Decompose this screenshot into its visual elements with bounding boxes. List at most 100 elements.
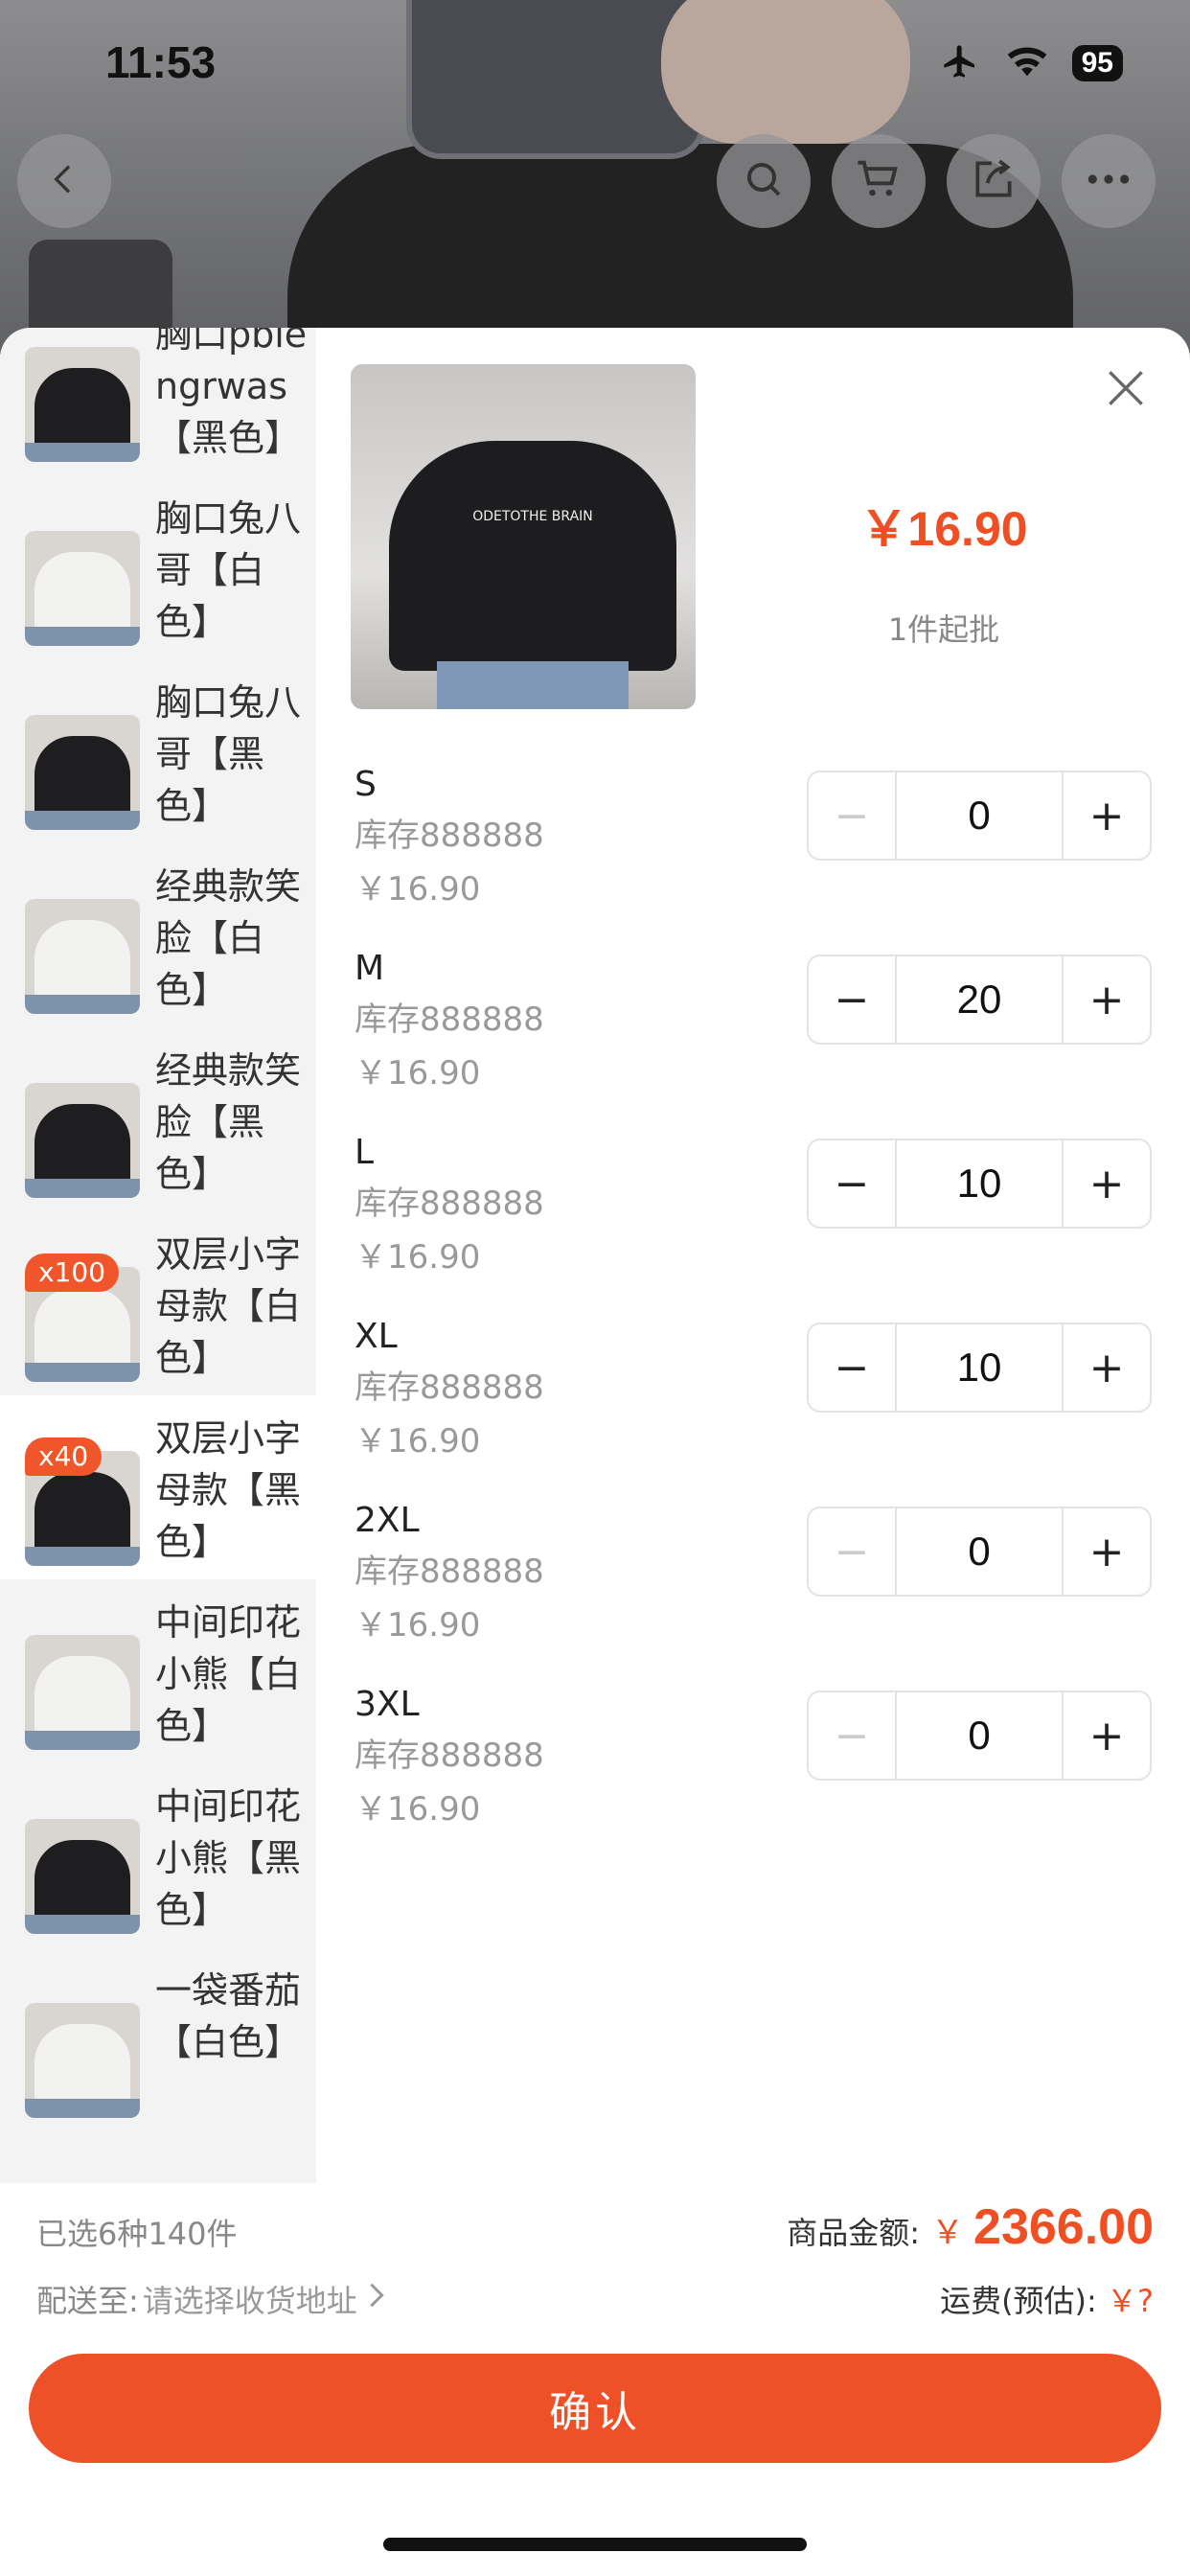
variant-thumbnail-pants: [25, 995, 140, 1014]
variant-item[interactable]: 胸口兔八哥【白色】: [0, 475, 316, 659]
increment-button[interactable]: +: [1064, 1692, 1150, 1779]
cart-button[interactable]: [832, 134, 926, 228]
size-name: 3XL: [355, 1685, 420, 1724]
product-image-jeans: [437, 661, 629, 709]
variant-label: 中间印花小熊【黑色】: [155, 1785, 302, 1931]
wifi-icon: [1005, 44, 1049, 82]
variant-item[interactable]: 双层小字母款【黑色】 x40: [0, 1395, 316, 1579]
quantity-stepper: −0 +: [807, 1690, 1152, 1781]
product-image-print: ODETOTHE BRAIN: [472, 509, 593, 524]
variant-item[interactable]: 双层小字母款【白色】 x100: [0, 1211, 316, 1395]
confirm-button[interactable]: 确认: [29, 2354, 1161, 2463]
amount-label: 商品金额:: [787, 2215, 921, 2251]
size-row: L 库存888888 ￥16.90 −10 +: [355, 1129, 1169, 1313]
search-button[interactable]: [717, 134, 811, 228]
variant-item[interactable]: 中间印花小熊【黑色】: [0, 1763, 316, 1947]
size-row: 3XL 库存888888 ￥16.90 −0 +: [355, 1681, 1169, 1865]
variant-thumbnail: [25, 1083, 140, 1198]
variant-thumbnail-pants: [25, 1731, 140, 1750]
quantity-input[interactable]: 0: [895, 1508, 1064, 1595]
status-bar: 11:53 95: [0, 0, 1190, 125]
variant-label: 中间印花小熊【白色】: [155, 1601, 302, 1747]
back-icon: [45, 160, 83, 202]
size-name: XL: [355, 1317, 398, 1356]
variant-thumbnail: [25, 531, 140, 646]
cart-icon: [854, 154, 904, 208]
size-price: ￥16.90: [355, 1054, 481, 1092]
decrement-button[interactable]: −: [809, 1140, 895, 1227]
variant-label: 双层小字母款【白色】: [155, 1233, 302, 1379]
size-stock: 库存888888: [355, 1552, 544, 1591]
variant-item[interactable]: 中间印花小熊【白色】: [0, 1579, 316, 1763]
quantity-input[interactable]: 10: [895, 1324, 1064, 1411]
variant-item[interactable]: 经典款笑脸【白色】: [0, 843, 316, 1027]
variant-thumbnail: [25, 1819, 140, 1934]
variant-item[interactable]: 一袋番茄【白色】: [0, 1947, 316, 2131]
increment-button[interactable]: +: [1064, 772, 1150, 859]
chevron-right-icon: [367, 2281, 386, 2317]
variant-label: 经典款笑脸【黑色】: [155, 1049, 302, 1195]
decrement-button[interactable]: −: [809, 956, 895, 1043]
top-nav: [0, 134, 1190, 230]
shipping-address-row[interactable]: 配送至: 请选择收货地址: [36, 2277, 386, 2321]
variant-thumbnail-pants: [25, 811, 140, 830]
order-footer: 已选6种140件 商品金额: ￥ 2366.00 配送至: 请选择收货地址 运费…: [0, 2183, 1190, 2576]
quantity-input[interactable]: 0: [895, 1692, 1064, 1779]
decrement-button[interactable]: −: [809, 1324, 895, 1411]
size-stock: 库存888888: [355, 1184, 544, 1223]
size-stock: 库存888888: [355, 816, 544, 855]
variant-thumbnail-pants: [25, 1915, 140, 1934]
variant-thumbnail-pants: [25, 443, 140, 462]
decrement-button[interactable]: −: [809, 1692, 895, 1779]
size-price: ￥16.90: [355, 1422, 481, 1460]
decrement-button[interactable]: −: [809, 1508, 895, 1595]
freight-label: 运费(预估):: [940, 2283, 1097, 2319]
size-name: M: [355, 949, 385, 988]
decrement-button[interactable]: −: [809, 772, 895, 859]
size-price: ￥16.90: [355, 870, 481, 908]
size-row: XL 库存888888 ￥16.90 −10 +: [355, 1313, 1169, 1497]
quantity-badge: x100: [25, 1254, 120, 1292]
amount-value: 2366.00: [973, 2199, 1154, 2255]
variant-item[interactable]: 经典款笑脸【黑色】: [0, 1027, 316, 1211]
status-time: 11:53: [105, 37, 217, 87]
freight-row: 运费(预估): ￥?: [940, 2277, 1154, 2321]
more-button[interactable]: [1062, 134, 1156, 228]
quantity-input[interactable]: 20: [895, 956, 1064, 1043]
quantity-input[interactable]: 0: [895, 772, 1064, 859]
increment-button[interactable]: +: [1064, 1324, 1150, 1411]
size-price: ￥16.90: [355, 1238, 481, 1276]
close-button[interactable]: [1102, 364, 1150, 412]
product-image[interactable]: ODETOTHE BRAIN: [351, 364, 696, 709]
home-indicator: [383, 2538, 807, 2551]
variant-thumbnail-pants: [25, 1547, 140, 1566]
variant-thumbnail-pants: [25, 627, 140, 646]
variant-label: 胸口兔八哥【黑色】: [155, 681, 302, 827]
airplane-icon: [938, 42, 982, 84]
size-row: M 库存888888 ￥16.90 −20 +: [355, 945, 1169, 1129]
variant-label: 双层小字母款【黑色】: [155, 1417, 302, 1563]
share-icon: [970, 155, 1018, 207]
increment-button[interactable]: +: [1064, 1140, 1150, 1227]
quantity-stepper: −10 +: [807, 1138, 1152, 1229]
variant-label: 胸口pblengrwas【黑色】: [155, 328, 308, 459]
quantity-stepper: −20 +: [807, 954, 1152, 1045]
more-icon: [1085, 170, 1133, 193]
quantity-stepper: −10 +: [807, 1322, 1152, 1413]
variant-thumbnail: [25, 1635, 140, 1750]
variant-item[interactable]: 胸口兔八哥【黑色】: [0, 659, 316, 843]
size-stock: 库存888888: [355, 1736, 544, 1775]
quantity-input[interactable]: 10: [895, 1140, 1064, 1227]
close-icon: [1102, 371, 1150, 416]
unit-price: ￥16.90: [859, 502, 1028, 556]
increment-button[interactable]: +: [1064, 1508, 1150, 1595]
variant-thumbnail: [25, 2003, 140, 2118]
min-order-note: 1件起批: [887, 611, 1000, 648]
back-button[interactable]: [17, 134, 111, 228]
share-button[interactable]: [947, 134, 1041, 228]
increment-button[interactable]: +: [1064, 956, 1150, 1043]
variant-item[interactable]: 胸口pblengrwas【黑色】: [0, 328, 316, 475]
size-price: ￥16.90: [355, 1606, 481, 1644]
battery-indicator: 95: [1071, 45, 1123, 81]
variant-list[interactable]: 胸口pblengrwas【黑色】 胸口兔八哥【白色】 胸口兔八哥【黑色】 经典款笑脸【…: [0, 328, 316, 2184]
